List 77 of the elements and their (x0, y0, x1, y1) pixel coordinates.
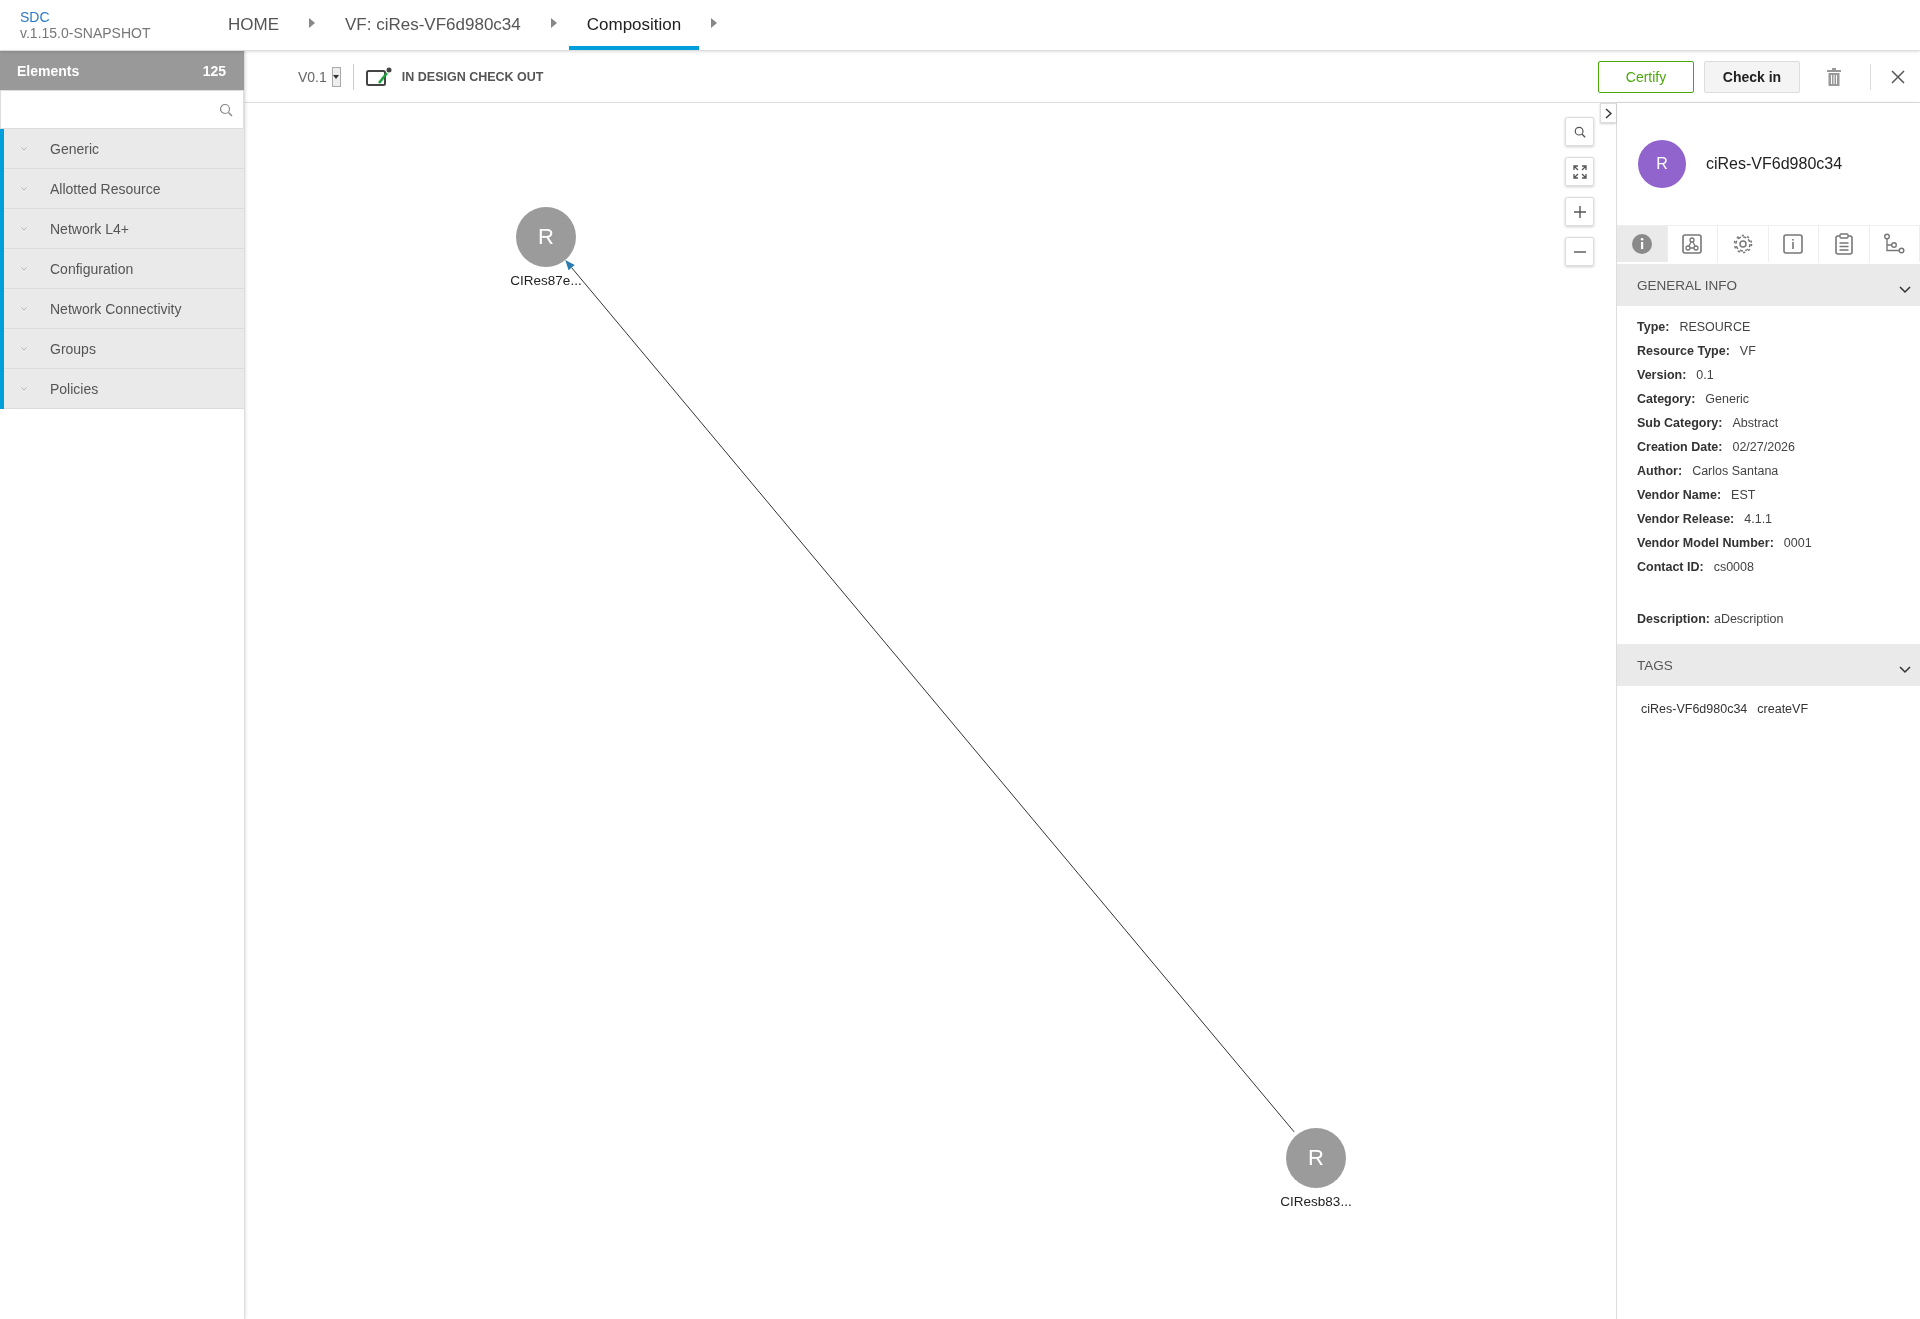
status-label: IN DESIGN CHECK OUT (401, 69, 544, 84)
category-item[interactable]: Policies (4, 369, 244, 409)
caret-icon[interactable] (309, 18, 315, 28)
settings-icon (1731, 233, 1754, 255)
check-in-button[interactable]: Check in (1704, 60, 1800, 93)
avatar: R (1638, 140, 1686, 188)
field-label: Version: (1637, 368, 1687, 382)
category-item[interactable]: Network Connectivity (4, 289, 244, 329)
caret-icon[interactable] (711, 18, 718, 28)
edit-icon (365, 66, 392, 87)
clipboard-icon (1834, 233, 1853, 255)
field-label: Author: (1637, 464, 1683, 478)
search-icon (219, 102, 233, 117)
category-item[interactable]: Allotted Resource (4, 169, 244, 209)
field-value: aDescription (1713, 612, 1784, 626)
field-label: Vendor Name: (1637, 488, 1722, 502)
app-version: v.1.15.0-SNAPSHOT (20, 25, 151, 41)
field-label: Category: (1637, 392, 1696, 406)
section-header[interactable]: GENERAL INFO (1617, 264, 1920, 306)
field-value: RESOURCE (1679, 320, 1751, 334)
info-icon (1783, 234, 1804, 254)
elements-count: 125 (202, 62, 226, 79)
field-label: Contact ID: (1637, 560, 1704, 574)
search-button[interactable] (1565, 117, 1594, 146)
caret-icon (333, 74, 340, 79)
tag: createVF (1757, 702, 1809, 716)
section-header[interactable]: TAGS (1617, 644, 1920, 686)
field-label: Sub Category: (1637, 416, 1723, 430)
category-item[interactable]: Configuration (4, 249, 244, 289)
field-label: Type: (1637, 320, 1670, 334)
breadcrumb-tab[interactable]: VF: ciRes-VF6d980c34 (327, 0, 539, 50)
fit-button[interactable] (1565, 157, 1594, 186)
field-label: Creation Date: (1637, 440, 1723, 454)
section-title: TAGS (1637, 657, 1673, 673)
resource-title: ciRes-VF6d980c34 (1706, 155, 1843, 173)
search-icon (1573, 125, 1586, 138)
field-value: VF (1739, 344, 1756, 358)
field-value: 0001 (1783, 536, 1812, 550)
field-value: Generic (1705, 392, 1750, 406)
minus-icon (1573, 250, 1586, 253)
chevron-icon (1605, 107, 1612, 119)
trash-icon[interactable] (1826, 67, 1842, 86)
plus-icon (1573, 205, 1586, 218)
expand-icon (1572, 164, 1587, 179)
category-item[interactable]: Network L4+ (4, 209, 244, 249)
field-value: 02/27/2026 (1732, 440, 1795, 454)
app-name: SDC (20, 9, 50, 25)
breadcrumb-tab[interactable]: HOME (210, 0, 297, 50)
breadcrumb-tab[interactable]: Composition (568, 0, 700, 50)
collapse-button[interactable] (1600, 103, 1616, 123)
network-icon (1682, 234, 1703, 254)
tag: ciRes-VF6d980c34 (1641, 702, 1748, 716)
close-icon[interactable] (1891, 69, 1905, 84)
zoom-in-button[interactable] (1565, 197, 1594, 226)
search-field[interactable] (0, 90, 244, 129)
panel-tab[interactable] (1617, 226, 1668, 262)
elements-title: Elements (17, 62, 80, 79)
field-value: cs0008 (1713, 560, 1754, 574)
section-title: GENERAL INFO (1637, 277, 1738, 293)
field-label: Resource Type: (1637, 344, 1730, 358)
field-value: Abstract (1732, 416, 1779, 430)
node-label: CIRes87e... (510, 273, 582, 288)
info-icon (1630, 233, 1653, 255)
category-item[interactable]: Generic (4, 129, 244, 169)
category-item[interactable]: Groups (4, 329, 244, 369)
field-label: Vendor Release: (1637, 512, 1735, 526)
version-dropdown[interactable]: V0.1 (298, 66, 341, 87)
field-label: Vendor Model Number: (1637, 536, 1774, 550)
field-value: 0.1 (1696, 368, 1714, 382)
node-label: CIResb83... (1280, 1194, 1352, 1209)
zoom-out-button[interactable] (1565, 237, 1594, 266)
field-value: 4.1.1 (1744, 512, 1773, 526)
branch-icon (1883, 233, 1906, 255)
caret-icon[interactable] (550, 18, 557, 28)
field-label: Description: (1637, 612, 1710, 626)
field-value: Carlos Santana (1692, 464, 1779, 478)
field-value: EST (1731, 488, 1756, 502)
